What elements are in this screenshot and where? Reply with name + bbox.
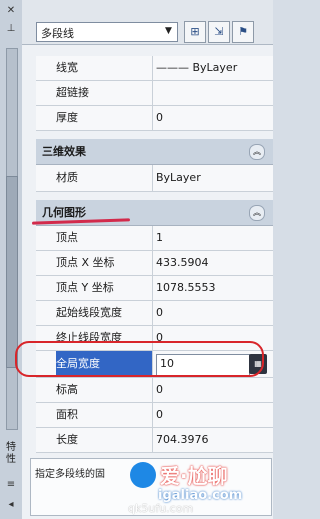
arrow-icon[interactable]: ◂ [4,498,18,512]
collapse-icon[interactable]: ︽ [249,205,265,221]
properties-toolbar: 多段线 ▼ ⊞ ⇲ ⚑ [22,0,273,45]
properties-panel: 多段线 ▼ ⊞ ⇲ ⚑ 线宽 ——— ByLayer 超链接 厚度 0 三维效果… [22,0,273,519]
annotation-highlight-oval [15,341,264,377]
property-label: 顶点 Y 坐标 [56,276,153,300]
property-value[interactable]: 433.5904 [156,251,209,275]
property-label: 面积 [56,403,153,427]
property-label: 线宽 [56,56,153,80]
property-label: 顶点 [56,226,153,250]
watermark: 爱·尬聊 igaliao.com qk5ufu.com [124,458,264,516]
property-value[interactable]: 1078.5553 [156,276,216,300]
object-type-value: 多段线 [41,27,74,40]
property-value[interactable]: ByLayer [156,165,201,191]
chevron-down-icon: ▼ [165,26,172,36]
property-label: 标高 [56,378,153,402]
property-row[interactable]: 面积 0 [36,403,273,428]
property-label: 厚度 [56,106,153,130]
quick-select-icon[interactable]: ⇲ [208,21,230,43]
property-row[interactable]: 顶点 Y 坐标 1078.5553 [36,276,273,301]
toggle-pickadd-icon[interactable]: ⚑ [232,21,254,43]
watermark-logo [130,462,156,488]
property-label: 顶点 X 坐标 [56,251,153,275]
select-objects-icon[interactable]: ⊞ [184,21,206,43]
property-label: 超链接 [56,81,153,105]
property-value[interactable]: ——— ByLayer [156,56,237,80]
watermark-cn: 爱·尬聊 [160,464,228,488]
property-value[interactable]: 1 [156,226,163,250]
watermark-sub: qk5ufu.com [128,502,194,515]
collapse-icon[interactable]: ︽ [249,144,265,160]
property-grid: 线宽 ——— ByLayer 超链接 厚度 0 三维效果 ︽ 材质 ByLaye… [36,56,273,453]
description-text: 指定多段线的固 [35,469,105,480]
property-value[interactable]: 0 [156,301,163,325]
pin-icon[interactable]: ⊥ [4,22,18,36]
property-value[interactable]: 0 [156,106,163,130]
property-label: 材质 [56,165,153,191]
property-row[interactable]: 长度 704.3976 [36,428,273,453]
section-title: 三维效果 [42,145,86,158]
menu-icon[interactable]: ≡ [4,478,18,492]
palette-side-strip: ✕ ⊥ 特性 ≡ ◂ [0,0,23,519]
property-row[interactable]: 线宽 ——— ByLayer [36,56,273,81]
property-row[interactable]: 起始线段宽度 0 [36,301,273,326]
section-3d-effects[interactable]: 三维效果 ︽ [36,139,273,165]
scrollbar-thumb[interactable] [6,176,18,368]
property-row[interactable]: 超链接 [36,81,273,106]
property-row[interactable]: 标高 0 [36,378,273,403]
object-type-dropdown[interactable]: 多段线 ▼ [36,22,178,42]
property-label: 长度 [56,428,153,452]
property-value[interactable]: 0 [156,378,163,402]
watermark-url: igaliao.com [158,488,243,503]
property-value[interactable]: 704.3976 [156,428,209,452]
property-row[interactable]: 顶点 X 坐标 433.5904 [36,251,273,276]
property-row[interactable]: 材质 ByLayer [36,165,273,192]
property-row[interactable]: 厚度 0 [36,106,273,131]
palette-title-vertical: 特性 [6,442,16,465]
property-value[interactable]: 0 [156,403,163,427]
property-label: 起始线段宽度 [56,301,153,325]
property-row[interactable]: 顶点 1 [36,226,273,251]
close-icon[interactable]: ✕ [4,4,18,18]
